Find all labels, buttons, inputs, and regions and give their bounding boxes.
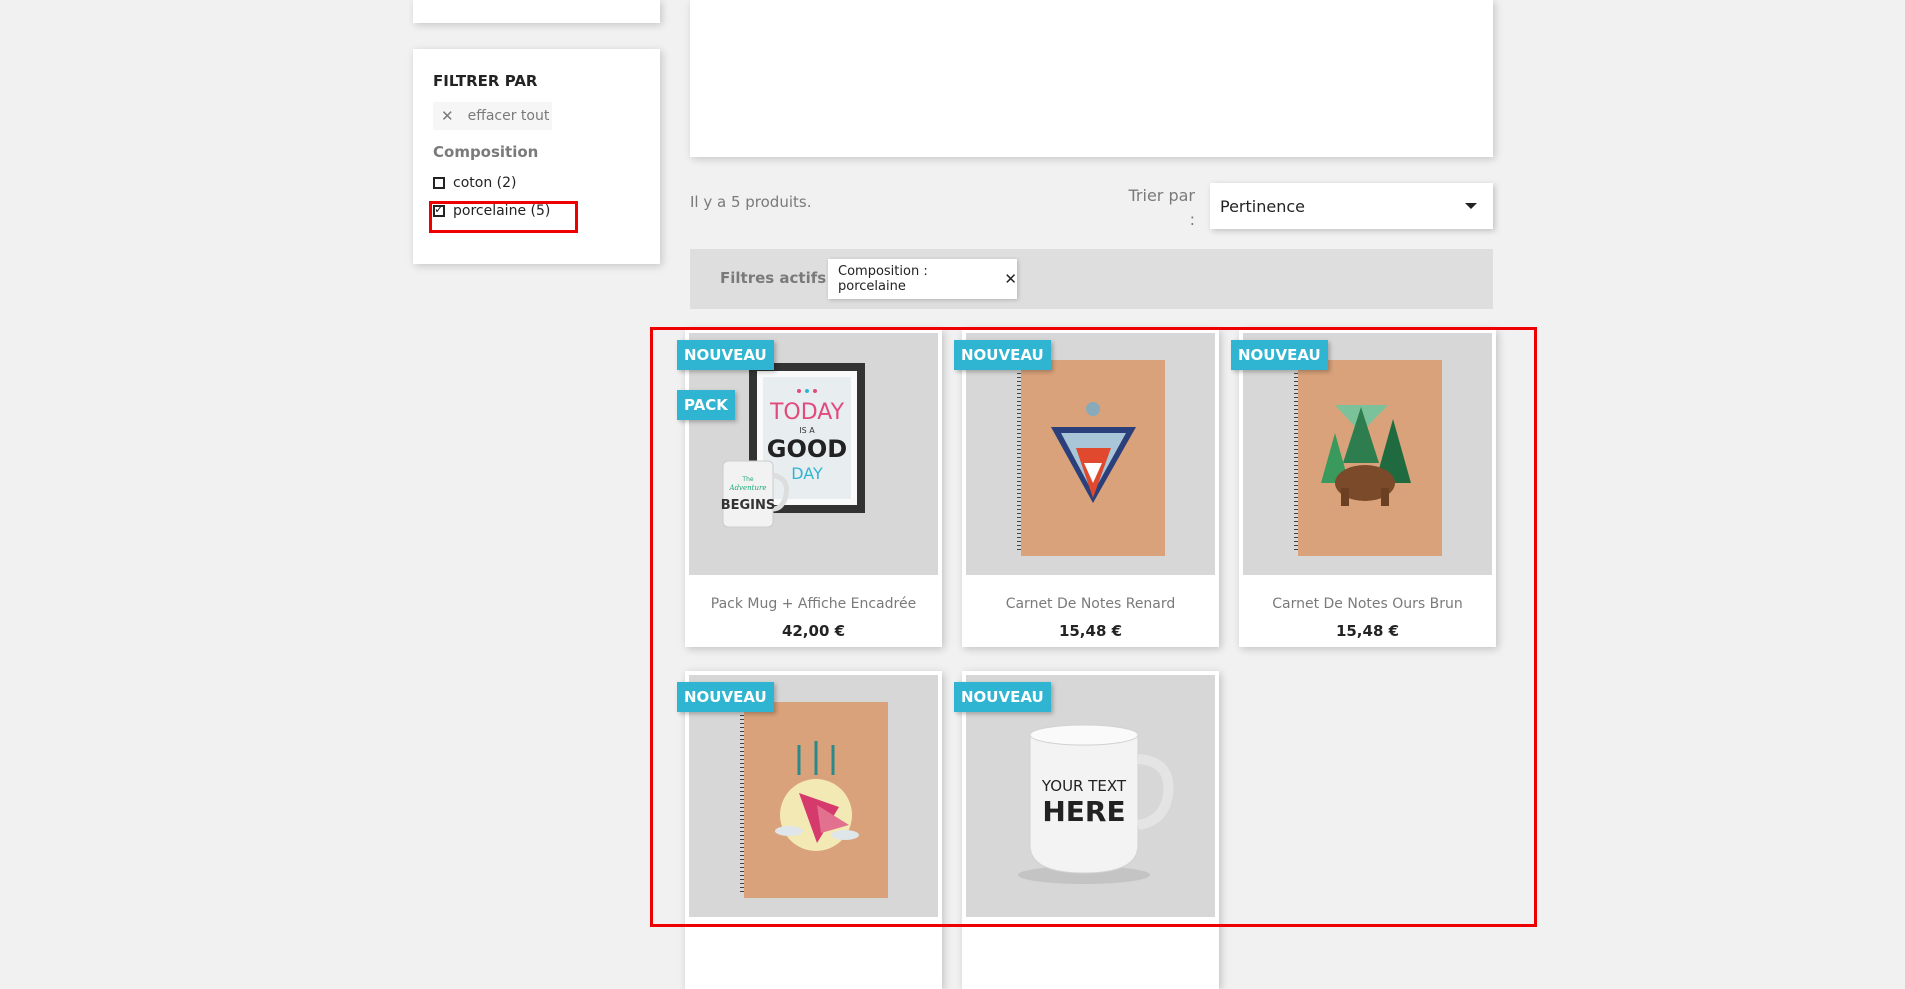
close-icon: ✕	[441, 107, 454, 125]
caret-down-icon	[1465, 203, 1477, 209]
active-filters-label: Filtres actifs	[720, 269, 827, 287]
active-filters-bar: Filtres actifs Composition : porcelaine …	[690, 249, 1493, 309]
new-flag: NOUVEAU	[954, 682, 1051, 712]
product-count: Il y a 5 produits.	[690, 193, 812, 211]
facet-option-coton[interactable]: coton (2)	[433, 175, 516, 191]
clear-all-label: effacer tout	[467, 108, 550, 124]
highlight-box-product-grid	[650, 327, 1537, 927]
category-header-block	[690, 0, 1493, 157]
sort-select[interactable]: Pertinence	[1210, 183, 1493, 229]
facet-option-label: coton (2)	[453, 175, 517, 191]
clear-all-button[interactable]: ✕ effacer tout	[433, 102, 552, 130]
new-flag: NOUVEAU	[677, 340, 774, 370]
new-flag: NOUVEAU	[1231, 340, 1328, 370]
checkbox-icon[interactable]	[433, 177, 445, 189]
highlight-box-porcelaine	[429, 201, 578, 233]
top-left-panel	[413, 0, 660, 23]
sort-value: Pertinence	[1220, 196, 1305, 216]
pack-flag: PACK	[677, 390, 735, 420]
remove-filter-icon[interactable]: ✕	[1004, 270, 1017, 288]
active-filter-chip: Composition : porcelaine ✕	[828, 259, 1017, 299]
sort-label: Trier par :	[1128, 186, 1196, 229]
chip-label: Composition : porcelaine	[838, 264, 928, 294]
facet-title-composition: Composition	[433, 143, 539, 161]
new-flag: NOUVEAU	[954, 340, 1051, 370]
filter-title: FILTRER PAR	[433, 72, 538, 90]
new-flag: NOUVEAU	[677, 682, 774, 712]
